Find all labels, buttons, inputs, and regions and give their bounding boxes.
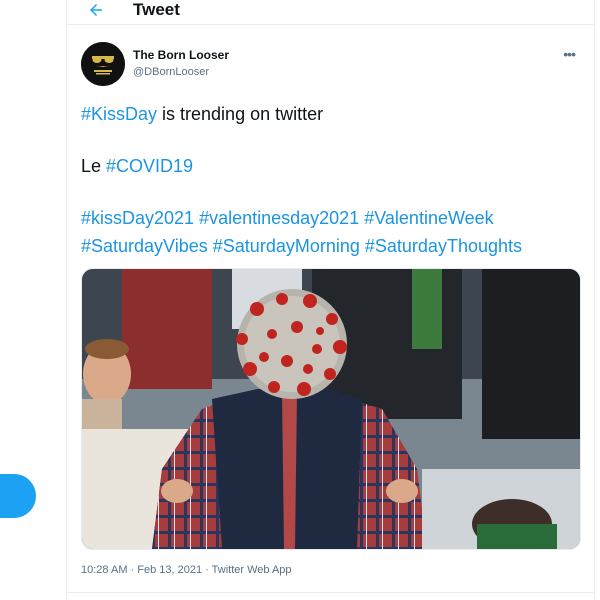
tweet-text-fragment: is trending on twitter (157, 104, 324, 124)
divider (67, 592, 594, 593)
hashtag-link[interactable]: #SaturdayMorning (213, 236, 360, 256)
avatar[interactable] (81, 42, 125, 86)
page-header: Tweet (67, 0, 594, 25)
tweet-author: The Born Looser @DBornLooser ••• (81, 42, 581, 86)
tweet-detail-column: Tweet The Born Looser @DBornLooser ••• #… (66, 0, 595, 600)
tweet-media-image[interactable] (81, 268, 581, 550)
hashtag-line-2: #SaturdayVibes #SaturdayMorning #Saturda… (81, 232, 581, 260)
hashtag-link[interactable]: #SaturdayThoughts (365, 236, 522, 256)
hashtag-link[interactable]: #SaturdayVibes (81, 236, 208, 256)
author-name[interactable]: The Born Looser (133, 47, 229, 64)
tweet-line-2: Le #COVID19 (81, 152, 581, 180)
hashtag-link[interactable]: #KissDay (81, 104, 157, 124)
compose-tweet-button[interactable] (0, 474, 36, 518)
arrow-left-icon[interactable] (87, 1, 105, 19)
tweet-text-fragment: Le (81, 156, 107, 176)
tweet-timestamp[interactable]: 10:28 AM · Feb 13, 2021 · Twitter Web Ap… (81, 564, 292, 576)
page-title: Tweet (133, 0, 180, 19)
more-horizontal-icon[interactable]: ••• (563, 46, 576, 62)
hashtag-link[interactable]: #kissDay2021 (81, 208, 194, 228)
tweet-body: #KissDay is trending on twitter Le #COVI… (81, 100, 581, 260)
hashtag-link[interactable]: #valentinesday2021 (199, 208, 359, 228)
hashtag-line-1: #kissDay2021 #valentinesday2021 #Valenti… (81, 204, 581, 232)
hashtag-link[interactable]: #COVID19 (106, 156, 193, 176)
author-handle[interactable]: @DBornLooser (133, 64, 229, 81)
left-sidebar (0, 0, 66, 600)
tweet-line-1: #KissDay is trending on twitter (81, 100, 581, 128)
hashtag-link[interactable]: #ValentineWeek (364, 208, 493, 228)
